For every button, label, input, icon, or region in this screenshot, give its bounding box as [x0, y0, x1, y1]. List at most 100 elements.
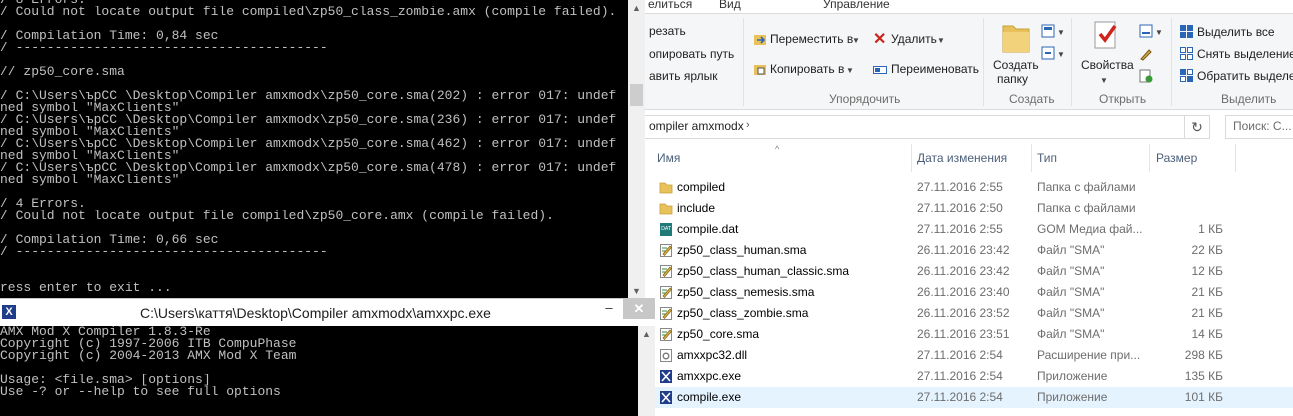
chevron-right-icon[interactable]: › — [746, 119, 750, 131]
file-type: GOM Медиа фай... — [1037, 222, 1143, 236]
move-to-label: Переместить в — [770, 32, 854, 46]
console-line: / C:\Users\ърCC \Desktop\Compiler amxmod… — [0, 114, 617, 126]
file-date: 27.11.2016 2:54 — [917, 348, 1003, 362]
tab-view[interactable]: Вид — [719, 0, 741, 11]
column-divider[interactable] — [1149, 144, 1150, 172]
console-line: ned symbol "MaxClients" — [0, 126, 180, 138]
select-all-label: Выделить все — [1197, 25, 1275, 39]
search-input[interactable]: Поиск: C... — [1225, 115, 1293, 139]
paste-shortcut-button[interactable]: авить ярлык — [649, 69, 717, 83]
file-size: 12 КБ — [1191, 264, 1223, 278]
column-divider[interactable] — [1235, 144, 1236, 172]
console-scrollbar[interactable]: ▲ ▼ — [628, 0, 645, 300]
scroll-up-icon[interactable]: ▲ — [638, 326, 655, 342]
minimize-button[interactable]: – — [596, 299, 622, 319]
sort-ascending-icon: ^ — [775, 144, 780, 154]
column-divider[interactable] — [911, 144, 912, 172]
file-row[interactable]: zp50_class_human.sma 26.11.2016 23:42 Файл… — [645, 240, 1293, 261]
console-line: ress enter to exit ... — [0, 282, 172, 294]
file-row[interactable]: amxxpc32.dll 27.11.2016 2:54 Расширение пр… — [645, 345, 1293, 366]
file-row[interactable]: compile.exe 27.11.2016 2:54 Приложение 101 … — [645, 387, 1293, 408]
file-type: Файл "SMA" — [1037, 285, 1105, 299]
column-size[interactable]: Размер — [1156, 151, 1197, 165]
file-row[interactable]: zp50_class_nemesis.sma 26.11.2016 23:40 Фа… — [645, 282, 1293, 303]
window-titlebar[interactable]: X C:\Users\каття\Desktop\Compiler amxmod… — [0, 298, 655, 327]
file-date: 26.11.2016 23:40 — [917, 285, 1010, 299]
file-type: Файл "SMA" — [1037, 264, 1105, 278]
chevron-down-icon: ▼ — [1057, 50, 1065, 59]
refresh-icon[interactable]: ↻ — [1184, 116, 1209, 138]
search-placeholder: Поиск: C... — [1233, 119, 1292, 133]
amx-app-icon: X — [2, 305, 16, 319]
file-date: 27.11.2016 2:55 — [917, 222, 1003, 236]
chevron-down-icon: ▼ — [1155, 28, 1163, 37]
column-type[interactable]: Тип — [1037, 151, 1057, 165]
history-icon[interactable] — [1139, 69, 1153, 83]
cut-button[interactable]: резать — [649, 24, 686, 38]
file-date: 26.11.2016 23:42 — [917, 243, 1010, 257]
edit-icon[interactable] — [1139, 47, 1153, 61]
file-name: zp50_class_zombie.sma — [677, 306, 809, 320]
column-name[interactable]: Имя — [657, 151, 680, 165]
column-date[interactable]: Дата изменения — [917, 151, 1007, 165]
rename-icon — [873, 66, 887, 74]
console-line: / Compilation Time: 0,66 sec — [0, 234, 219, 246]
file-row[interactable]: amxxpc.exe 27.11.2016 2:54 Приложение 135 К… — [645, 366, 1293, 387]
console-body[interactable]: AMX Mod X Compiler 1.8.3-Re Copyright (c)… — [0, 326, 638, 416]
file-row[interactable]: zp50_core.sma 26.11.2016 23:51 Файл "SMA" 1… — [645, 324, 1293, 345]
copy-path-button[interactable]: опировать путь — [649, 47, 734, 61]
rename-label: Переименовать — [891, 62, 979, 76]
file-name: compiled — [677, 180, 726, 194]
file-row[interactable]: compiled 27.11.2016 2:55 Папка с файлами — [645, 177, 1293, 198]
console-scrollbar[interactable]: ▲ — [638, 326, 655, 416]
scrollbar-thumb[interactable] — [630, 84, 643, 106]
file-row[interactable]: DAT compile.dat 27.11.2016 2:55 GOM Медиа ф… — [645, 219, 1293, 240]
console-line: / C:\Users\ърCC \Desktop\Compiler amxmod… — [0, 162, 617, 174]
tab-manage[interactable]: Управление — [823, 0, 890, 11]
compiler-console-window[interactable]: X C:\Users\каття\Desktop\Compiler amxmod… — [0, 298, 655, 416]
file-type: Приложение — [1037, 369, 1108, 383]
column-divider[interactable] — [1031, 144, 1032, 172]
file-row[interactable]: zp50_class_human_classic.sma 26.11.2016 2… — [645, 261, 1293, 282]
select-none-icon — [1180, 47, 1193, 60]
console-output-window[interactable]: / 8 Errors./ Could not locate output fil… — [0, 0, 628, 300]
move-to-icon — [754, 35, 766, 45]
file-size: 1 КБ — [1198, 222, 1223, 236]
open-group-label: Открыть — [1099, 92, 1147, 106]
file-row[interactable]: include 27.11.2016 2:50 Папка с файлами — [645, 198, 1293, 219]
console-line: ned symbol "MaxClients" — [0, 102, 180, 114]
file-name: zp50_core.sma — [677, 327, 760, 341]
ribbon-tabs: елиться Вид Управление — [645, 0, 1293, 14]
new-group-label: Создать — [1009, 92, 1055, 106]
chevron-down-icon: ▼ — [852, 36, 860, 45]
select-group-label: Выделить — [1221, 92, 1277, 106]
file-row[interactable]: zp50_class_zombie.sma 26.11.2016 23:52 Фай… — [645, 303, 1293, 324]
chevron-down-icon: ▼ — [846, 66, 854, 75]
select-none-label: Снять выделение — [1197, 47, 1293, 61]
new-folder-icon — [1002, 25, 1030, 53]
console-line: Usage: <file.sma> [options] — [0, 374, 211, 386]
file-size: 135 КБ — [1184, 369, 1223, 383]
console-text: AMX Mod X Compiler 1.8.3-Re Copyright (c)… — [0, 326, 296, 398]
properties-icon — [1094, 21, 1117, 49]
console-line: / --------------------------------------… — [0, 246, 328, 258]
file-size: 21 КБ — [1191, 285, 1223, 299]
sma-file-icon — [659, 264, 673, 279]
file-size: 298 КБ — [1184, 348, 1223, 362]
console-line: / Could not locate output file compiled\… — [0, 6, 617, 18]
scroll-up-icon[interactable]: ▲ — [628, 0, 645, 17]
address-bar[interactable]: ompiler amxmodx › ↻ — [645, 115, 1210, 139]
file-name: compile.dat — [677, 222, 739, 236]
close-button[interactable]: ✕ — [623, 299, 655, 319]
tab-share[interactable]: елиться — [648, 0, 692, 11]
file-type: Расширение при... — [1037, 348, 1141, 362]
console-line: Copyright (c) 2004-2013 AMX Mod X Team — [0, 350, 297, 362]
chevron-down-icon: ▼ — [1100, 76, 1108, 85]
file-date: 26.11.2016 23:52 — [917, 306, 1010, 320]
new-folder-label-2: папку — [997, 72, 1029, 86]
breadcrumb[interactable]: ompiler amxmodx — [649, 119, 744, 133]
